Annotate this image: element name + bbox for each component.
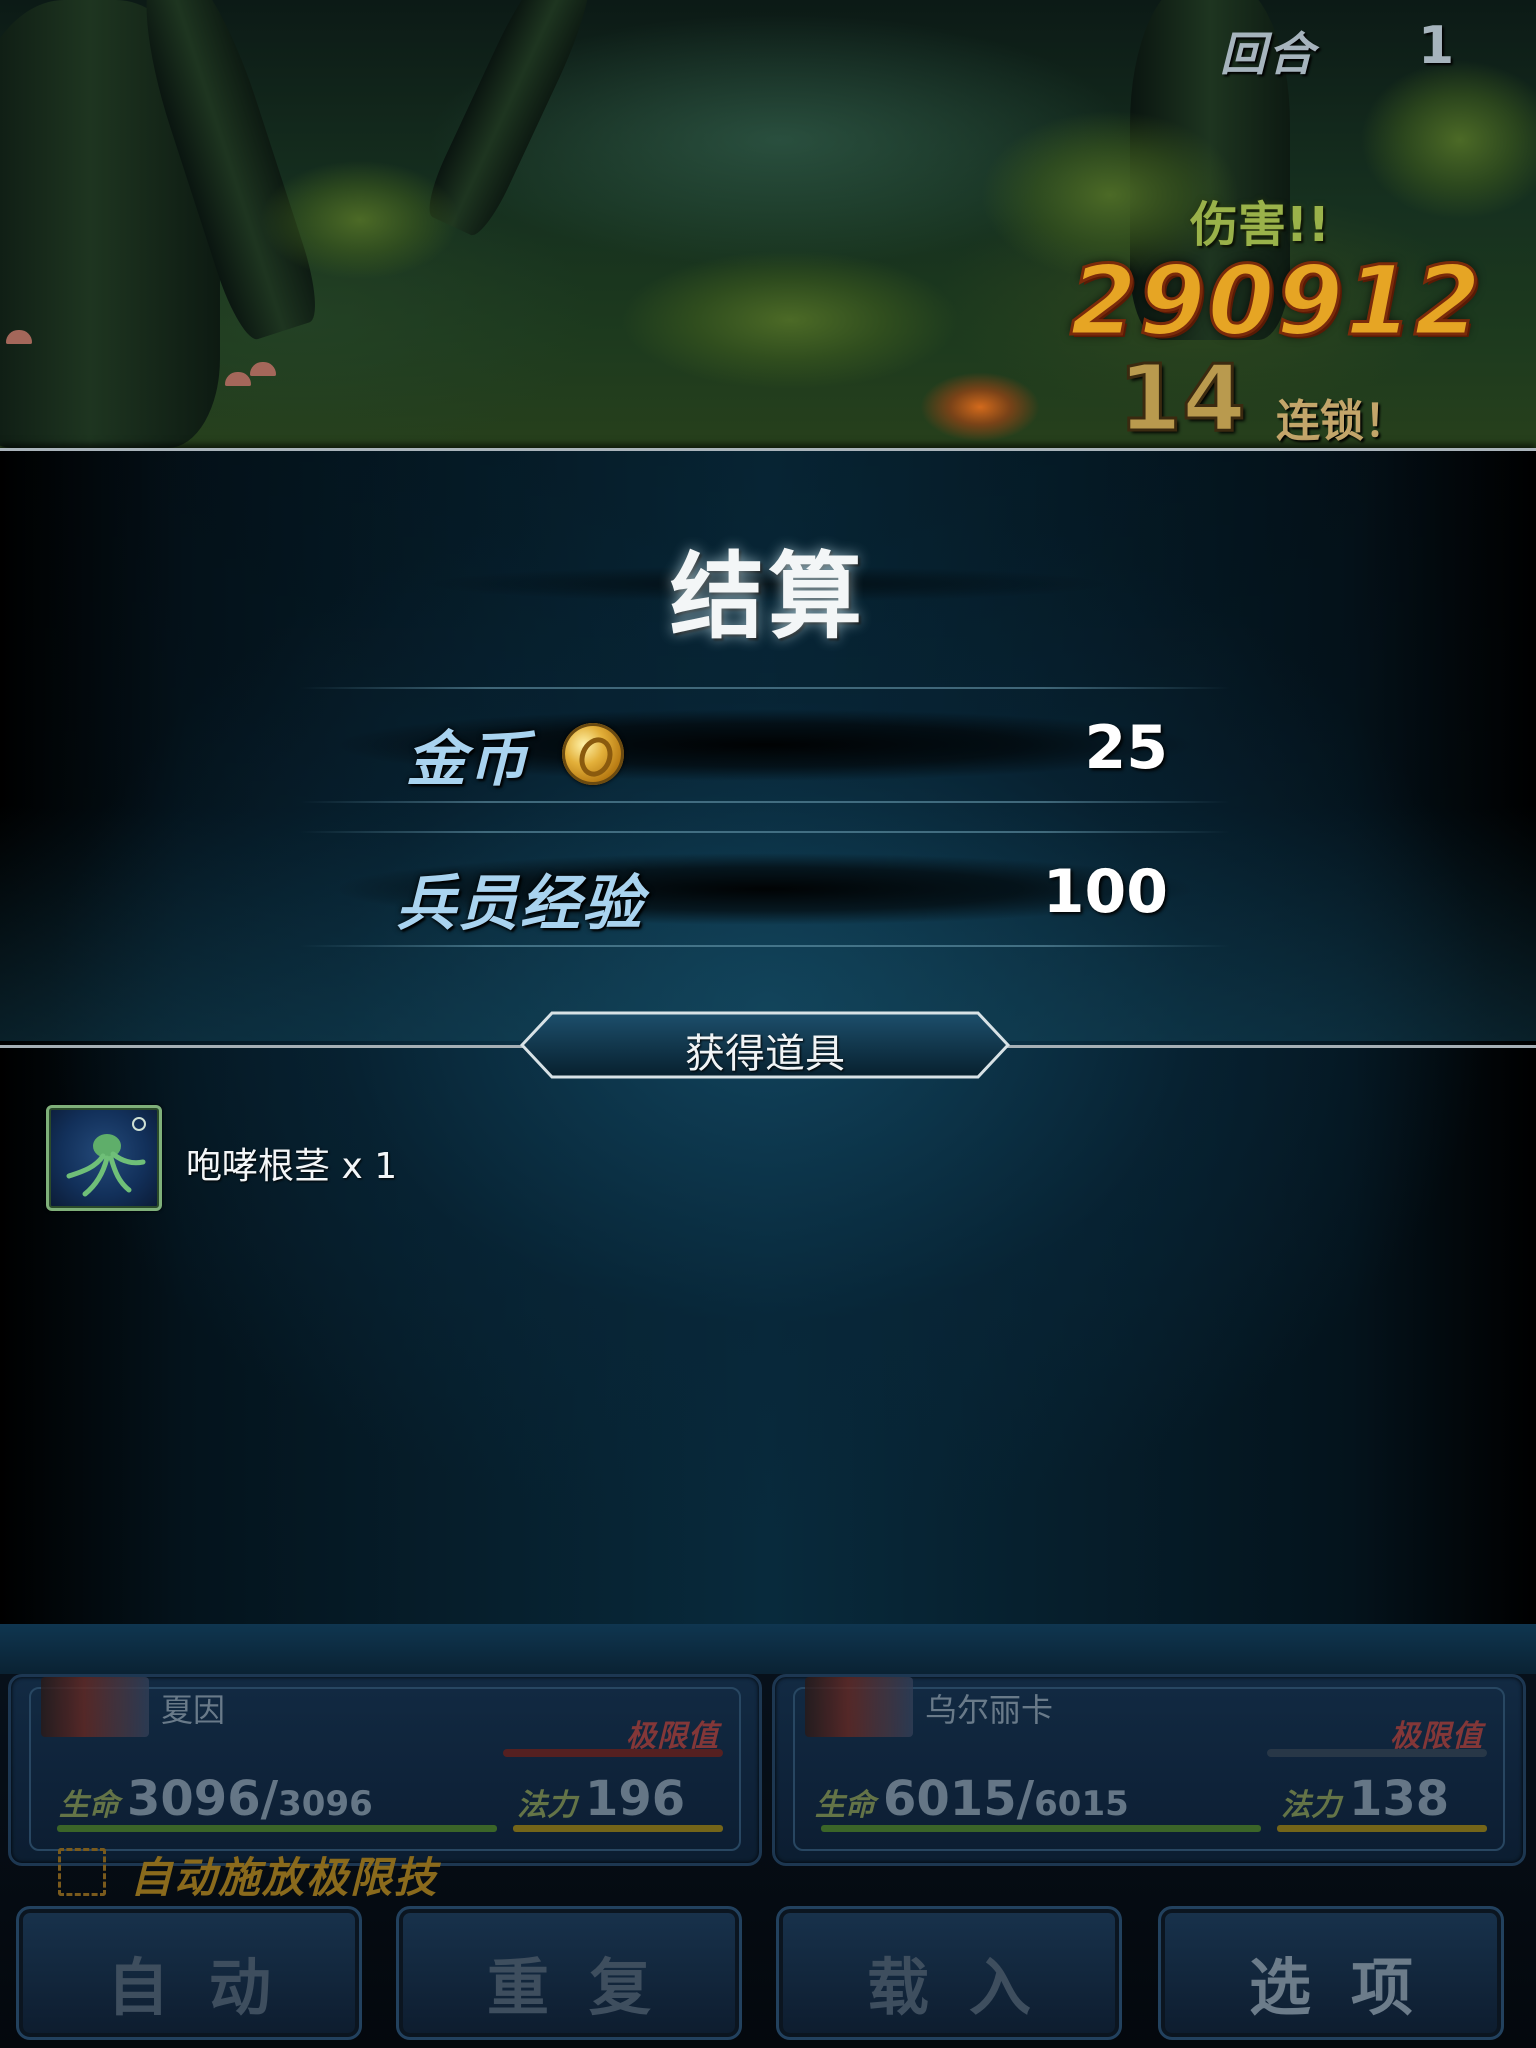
gold-label: 金币: [406, 725, 530, 795]
auto-limit-label: 自动施放极限技: [130, 1853, 439, 1902]
results-title: 结算: [669, 543, 866, 652]
reward-item-label: 咆哮根茎 x 1: [186, 1146, 398, 1187]
mp-current: 138: [1349, 1771, 1450, 1827]
options-button-label: 选项: [1248, 1951, 1453, 2024]
gold-coin-icon: [562, 723, 624, 785]
hp-stat: 生命 6015/6015: [815, 1771, 1129, 1827]
row-divider: [300, 831, 1230, 833]
exp-value: 100: [1042, 857, 1168, 927]
row-divider: [300, 687, 1230, 689]
hp-max: 3096: [278, 1784, 373, 1824]
options-button[interactable]: 选项: [1158, 1906, 1504, 2040]
character-name: 夏因: [161, 1691, 226, 1729]
mp-stat: 法力 138: [1281, 1771, 1449, 1827]
auto-button-label: 自动: [106, 1951, 311, 2024]
root-glyph: [66, 1117, 146, 1197]
limit-gauge: [1267, 1749, 1487, 1757]
party-card-1[interactable]: 夏因 极限值 生命 3096/3096 法力 196: [8, 1674, 762, 1866]
items-banner-label: 获得道具: [685, 1031, 845, 1077]
hp-bar: [57, 1825, 497, 1832]
mp-stat: 法力 196: [517, 1771, 685, 1827]
auto-limit-checkbox[interactable]: [58, 1848, 106, 1896]
character-portrait: [41, 1677, 149, 1737]
mp-current: 196: [585, 1771, 686, 1827]
character-name: 乌尔丽卡: [925, 1691, 1054, 1729]
fire-effect: [920, 372, 1040, 442]
fern: [260, 160, 460, 280]
hp-bar: [821, 1825, 1261, 1832]
mp-label: 法力: [517, 1788, 577, 1823]
load-button-label: 载入: [866, 1951, 1071, 2024]
limit-gauge: [503, 1749, 723, 1757]
hp-current: 3096: [127, 1771, 261, 1827]
repeat-button[interactable]: 重复: [396, 1906, 742, 2040]
hp-max: 6015: [1034, 1784, 1129, 1824]
panel-bottom-strip: [0, 1624, 1536, 1674]
gold-row: 金币 25: [300, 687, 1230, 803]
hp-current: 6015: [883, 1771, 1017, 1827]
hp-slash: /: [1016, 1771, 1035, 1827]
mp-label: 法力: [1281, 1788, 1341, 1823]
party-hud: 夏因 极限值 生命 3096/3096 法力 196 乌尔丽卡 极限值 生命 6015…: [0, 1674, 1536, 2048]
items-banner: 获得道具: [520, 1011, 1010, 1079]
party-card-2[interactable]: 乌尔丽卡 极限值 生命 6015/6015 法力 138: [772, 1674, 1526, 1866]
repeat-button-label: 重复: [486, 1951, 691, 2024]
damage-value: 290912: [1069, 244, 1483, 359]
exp-label: 兵员经验: [396, 869, 644, 939]
chain-label: 连锁！: [1276, 396, 1408, 447]
results-panel: 结算 金币 25 兵员经验 100 获得道具 咆哮根茎 x 1: [0, 448, 1536, 1630]
hp-label: 生命: [815, 1788, 875, 1823]
mushroom: [225, 372, 251, 386]
fern: [620, 250, 960, 390]
auto-button[interactable]: 自动: [16, 1906, 362, 2040]
mp-bar: [1277, 1825, 1487, 1832]
chain-count: 14: [1116, 344, 1247, 449]
mp-bar: [513, 1825, 723, 1832]
fern: [1360, 60, 1536, 220]
round-value: 1: [1418, 16, 1455, 76]
roaring-root-icon: [46, 1105, 162, 1211]
round-label: 回合: [1220, 27, 1316, 81]
exp-row: 兵员经验 100: [300, 831, 1230, 947]
load-button[interactable]: 载入: [776, 1906, 1122, 2040]
gold-value: 25: [1084, 713, 1169, 783]
row-divider: [300, 801, 1230, 803]
hp-slash: /: [260, 1771, 279, 1827]
battle-scene: 回合 1 伤害!! 290912 14 连锁！: [0, 0, 1536, 448]
mushroom: [250, 362, 276, 376]
character-portrait: [805, 1677, 913, 1737]
hp-label: 生命: [59, 1788, 119, 1823]
hp-stat: 生命 3096/3096: [59, 1771, 373, 1827]
row-divider: [300, 945, 1230, 947]
